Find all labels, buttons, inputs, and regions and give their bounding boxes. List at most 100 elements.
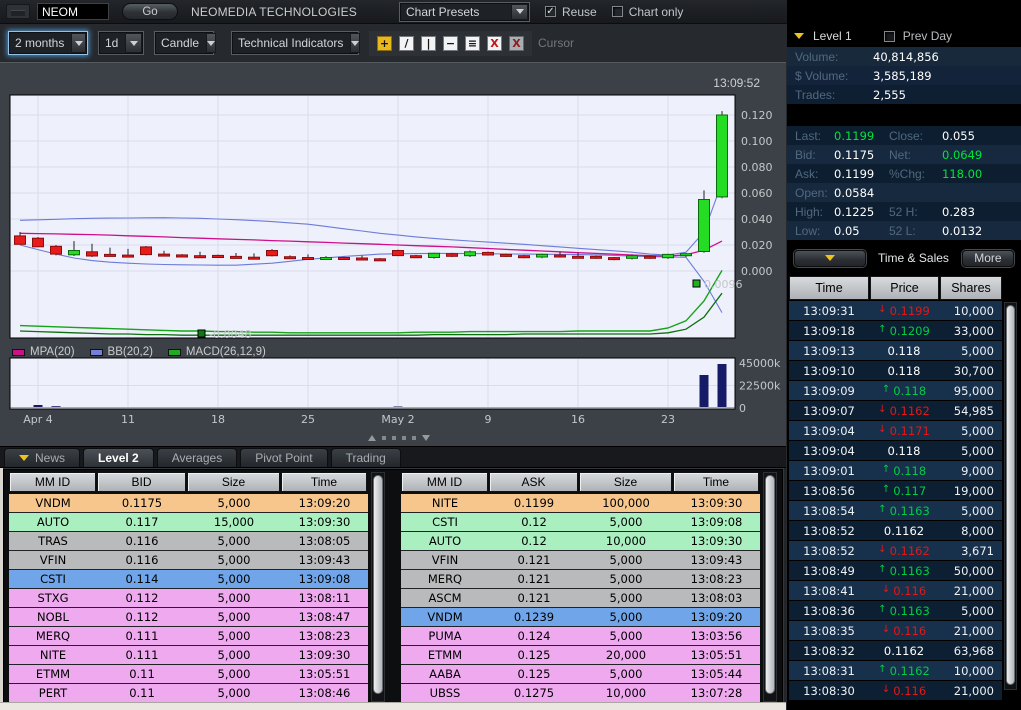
bid-row[interactable]: PERT0.115,00013:08:46 [9, 684, 368, 703]
ask-row[interactable]: VFIN0.1215,00013:09:43 [401, 551, 760, 570]
quote-label: High: [787, 205, 834, 219]
column-header-shares[interactable]: Shares [940, 276, 1002, 300]
bid-row[interactable]: NITE0.1115,00013:09:30 [9, 646, 368, 665]
reuse-label: Reuse [562, 5, 597, 19]
ask-row[interactable]: AABA0.1255,00013:05:44 [401, 665, 760, 684]
tab-level-2[interactable]: Level 2 [83, 448, 154, 467]
time-sales-row[interactable]: 13:08:41↓0.11621,000 [789, 581, 1002, 601]
bid-row[interactable]: TRAS0.1165,00013:08:05 [9, 532, 368, 551]
ask-row[interactable]: UBSS0.127510,00013:07:28 [401, 684, 760, 703]
up-arrow-icon: ↑ [878, 504, 886, 518]
column-header-ask[interactable]: ASK [489, 472, 578, 492]
column-header-price[interactable]: Price [870, 276, 939, 300]
quote-value: 0.0584 [834, 186, 889, 200]
vertical-line-icon[interactable]: | [421, 36, 436, 51]
pager-up-icon[interactable] [368, 435, 376, 441]
column-header-bid[interactable]: BID [97, 472, 186, 492]
chart-only-checkbox[interactable] [612, 6, 623, 17]
column-header-mm-id[interactable]: MM ID [9, 472, 96, 492]
time-cell: 13:08:52 [789, 544, 869, 558]
time-sales-row[interactable]: 13:09:31↓0.119910,000 [789, 301, 1002, 321]
quote-label: Low: [787, 224, 834, 238]
bid-table-scrollbar[interactable] [371, 472, 385, 702]
bid-row[interactable]: MERQ0.1115,00013:08:23 [9, 627, 368, 646]
more-button[interactable]: More [962, 250, 1014, 267]
time-sales-row[interactable]: 13:08:320.116263,968 [789, 641, 1002, 661]
level1-collapse-icon[interactable] [794, 33, 804, 39]
time-sales-row[interactable]: 13:09:01↑0.1189,000 [789, 461, 1002, 481]
levels-icon[interactable]: ≡ [465, 36, 480, 51]
bid-row[interactable]: CSTI0.1145,00013:09:08 [9, 570, 368, 589]
time-sales-row[interactable]: 13:08:36↑0.11635,000 [789, 601, 1002, 621]
bid-row[interactable]: NOBL0.1125,00013:08:47 [9, 608, 368, 627]
bid-row[interactable]: VFIN0.1165,00013:09:43 [9, 551, 368, 570]
bid-row[interactable]: VNDM0.11755,00013:09:20 [9, 494, 368, 513]
ask-table-scrollbar[interactable] [763, 472, 777, 702]
time-sales-row[interactable]: 13:08:520.11628,000 [789, 521, 1002, 541]
chart-type-dropdown[interactable]: Candle [154, 31, 214, 55]
time-sales-dropdown-button[interactable] [794, 250, 866, 267]
column-header-time[interactable]: Time [673, 472, 759, 492]
delete-icon[interactable]: X [487, 36, 502, 51]
technical-indicators-dropdown[interactable]: Technical Indicators [231, 31, 359, 55]
ask-row[interactable]: MERQ0.1215,00013:08:23 [401, 570, 760, 589]
column-header-size[interactable]: Size [579, 472, 672, 492]
cell: PUMA [401, 627, 489, 645]
tab-news[interactable]: News [4, 448, 80, 467]
time-sales-row[interactable]: 13:08:30↓0.11621,000 [789, 681, 1002, 701]
column-header-time[interactable]: Time [281, 472, 367, 492]
chart-presets-dropdown[interactable]: Chart Presets [399, 2, 530, 22]
interval-dropdown[interactable]: 1d [98, 31, 144, 55]
horizontal-line-icon[interactable]: − [443, 36, 458, 51]
time-sales-row[interactable]: 13:08:35↓0.11621,000 [789, 621, 1002, 641]
time-sales-row[interactable]: 13:08:56↑0.11719,000 [789, 481, 1002, 501]
symbol-input[interactable] [37, 3, 109, 20]
ask-row[interactable]: ETMM0.12520,00013:05:51 [401, 646, 760, 665]
column-header-mm-id[interactable]: MM ID [401, 472, 488, 492]
time-sales-row[interactable]: 13:08:49↑0.116350,000 [789, 561, 1002, 581]
ask-row[interactable]: AUTO0.1210,00013:09:30 [401, 532, 760, 551]
level1-stats: Volume:40,814,856$ Volume:3,585,189Trade… [787, 47, 1021, 104]
bid-row[interactable]: AUTO0.11715,00013:09:30 [9, 513, 368, 532]
time-sales-row[interactable]: 13:09:09↑0.11895,000 [789, 381, 1002, 401]
time-sales-row[interactable]: 13:09:100.11830,700 [789, 361, 1002, 381]
column-header-time[interactable]: Time [789, 276, 869, 300]
bid-row[interactable]: ETMM0.115,00013:05:51 [9, 665, 368, 684]
tab-trading[interactable]: Trading [331, 448, 401, 467]
app-icon[interactable] [6, 4, 30, 19]
time-sales-scrollbar[interactable] [1004, 302, 1017, 690]
chart-pager[interactable] [368, 435, 430, 441]
go-button[interactable]: Go [122, 3, 178, 20]
delete-all-icon[interactable]: X [509, 36, 524, 51]
time-sales-row[interactable]: 13:09:04↓0.11715,000 [789, 421, 1002, 441]
range-dropdown[interactable]: 2 months [8, 31, 88, 55]
stat-label: Volume: [787, 50, 873, 64]
tab-averages[interactable]: Averages [157, 448, 237, 467]
time-sales-row[interactable]: 13:09:07↓0.116254,985 [789, 401, 1002, 421]
ask-row[interactable]: CSTI0.125,00013:09:08 [401, 513, 760, 532]
price-cell: ↓0.1162 [869, 544, 939, 558]
crosshair-icon[interactable]: + [377, 36, 392, 51]
time-cell: 13:09:04 [789, 444, 869, 458]
ask-row[interactable]: VNDM0.12395,00013:09:20 [401, 608, 760, 627]
column-header-size[interactable]: Size [187, 472, 280, 492]
reuse-checkbox[interactable] [545, 6, 556, 17]
horizontal-scroll-strip[interactable] [0, 702, 786, 710]
ask-row[interactable]: NITE0.1199100,00013:09:30 [401, 494, 760, 513]
time-sales-row[interactable]: 13:09:040.1185,000 [789, 441, 1002, 461]
pager-down-icon[interactable] [422, 435, 430, 441]
time-sales-row[interactable]: 13:08:54↑0.11635,000 [789, 501, 1002, 521]
time-sales-row[interactable]: 13:08:31↑0.116210,000 [789, 661, 1002, 681]
up-arrow-icon: ↑ [882, 464, 890, 478]
svg-text:45000k: 45000k [739, 357, 781, 370]
ask-row[interactable]: PUMA0.1245,00013:03:56 [401, 627, 760, 646]
trendline-icon[interactable]: / [399, 36, 414, 51]
ask-row[interactable]: ASCM0.1215,00013:08:03 [401, 589, 760, 608]
price-volume-chart[interactable]: Apr 4111825May 2916230.1200.1000.0800.06… [0, 63, 786, 435]
prev-day-checkbox[interactable] [884, 31, 895, 42]
time-sales-row[interactable]: 13:08:52↓0.11623,671 [789, 541, 1002, 561]
time-sales-row[interactable]: 13:09:18↑0.120933,000 [789, 321, 1002, 341]
time-sales-row[interactable]: 13:09:130.1185,000 [789, 341, 1002, 361]
tab-pivot-point[interactable]: Pivot Point [240, 448, 327, 467]
bid-row[interactable]: STXG0.1125,00013:08:11 [9, 589, 368, 608]
